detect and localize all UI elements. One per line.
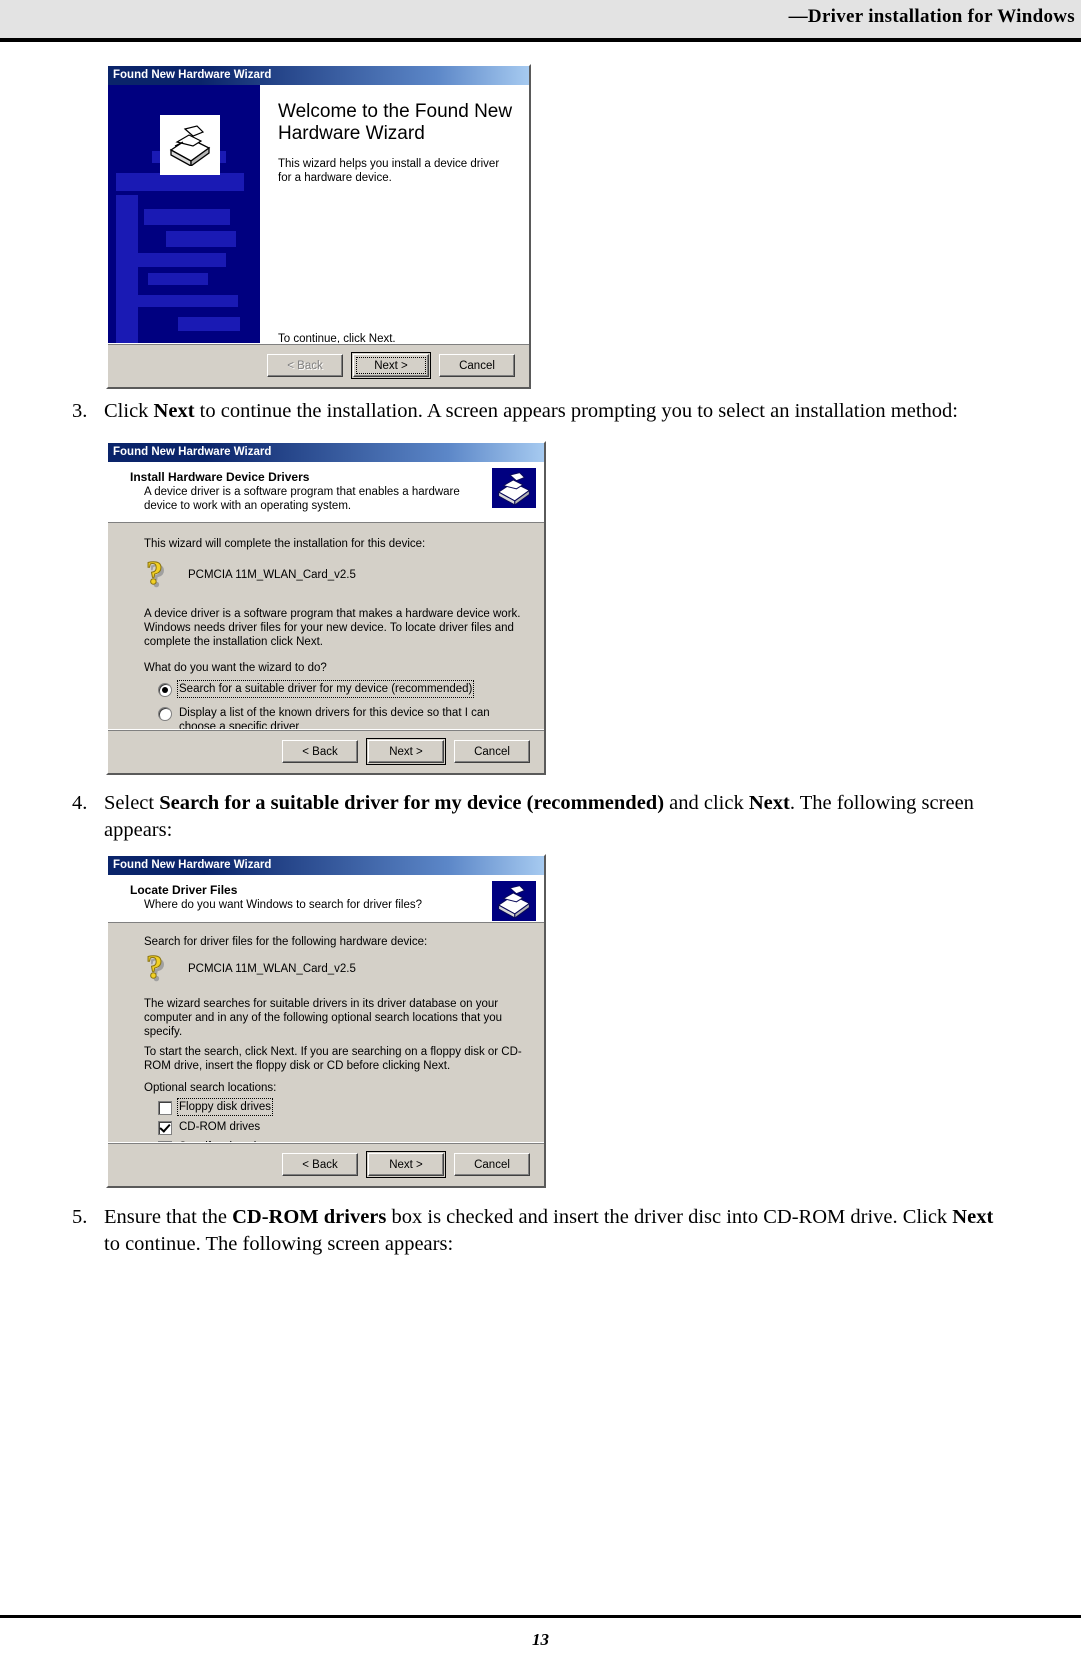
step-5-number: 5. — [72, 1206, 88, 1228]
checkbox-cd-rom-drives[interactable] — [158, 1120, 172, 1135]
page-header-title: —Driver installation for Windows — [788, 6, 1075, 27]
dialog3-header-title: Locate Driver Files — [130, 883, 238, 897]
dialog2-device-name: PCMCIA 11M_WLAN_Card_v2.5 — [188, 569, 356, 581]
dialog2-header-title: Install Hardware Device Drivers — [130, 470, 310, 484]
wizard-hardware-icon — [492, 468, 536, 508]
dialog3-checkbox-floppy-label: Floppy disk drives — [176, 1097, 274, 1116]
dialog1-artwork — [108, 85, 260, 353]
wizard-hardware-icon — [492, 881, 536, 921]
dialog1-heading: Welcome to the Found New Hardware Wizard — [278, 101, 513, 144]
dialog-locate-driver-files[interactable]: Found New Hardware Wizard Locate Driver … — [106, 854, 546, 1188]
dialog2-header: Install Hardware Device Drivers A device… — [108, 462, 544, 523]
dialog1-titlebar: Found New Hardware Wizard — [108, 66, 529, 85]
footer-divider — [0, 1615, 1081, 1618]
dialog1-next-button[interactable]: Next > — [351, 352, 431, 379]
header-divider — [0, 38, 1081, 42]
step-3-bold-next: Next — [153, 400, 195, 422]
dialog3-checkbox-floppy[interactable]: Floppy disk drives — [144, 1097, 526, 1116]
radio-display-list[interactable] — [158, 707, 172, 721]
dialog2-header-sub: A device driver is a software program th… — [144, 486, 460, 512]
wizard-hardware-icon — [160, 115, 220, 175]
dialog2-intro: This wizard will complete the installati… — [144, 538, 426, 550]
dialog3-titlebar: Found New Hardware Wizard — [108, 856, 544, 875]
step-3-text: Click Next to continue the installation.… — [104, 398, 1024, 425]
dialog2-titlebar: Found New Hardware Wizard — [108, 443, 544, 462]
dialog2-next-button[interactable]: Next > — [366, 738, 446, 765]
step-5-mid: box is checked and insert the driver dis… — [386, 1206, 953, 1228]
dialog2-option-search-label: Search for a suitable driver for my devi… — [176, 680, 475, 698]
step-4-mid: and click — [664, 792, 749, 814]
step-4-pre: Select — [104, 792, 160, 814]
step-4-bold-next: Next — [748, 792, 790, 814]
dialog2-cancel-button[interactable]: Cancel — [454, 740, 530, 763]
dialog3-para-1: The wizard searches for suitable drivers… — [144, 997, 502, 1038]
dialog1-body-text: This wizard helps you install a device d… — [278, 158, 500, 184]
dialog3-locations-label: Optional search locations: — [144, 1081, 277, 1094]
page-number: 13 — [532, 1630, 549, 1649]
dialog2-option-search[interactable]: Search for a suitable driver for my devi… — [144, 680, 526, 698]
dialog2-device-row: ?? PCMCIA 11M_WLAN_Card_v2.5 — [144, 555, 526, 595]
step-4-number: 4. — [72, 792, 88, 814]
dialog3-header: Locate Driver Files Where do you want Wi… — [108, 875, 544, 923]
dialog3-device-row: ?? PCMCIA 11M_WLAN_Card_v2.5 — [144, 948, 526, 989]
step-5-bold-next: Next — [952, 1206, 994, 1228]
checkbox-floppy-disk-drives[interactable] — [158, 1100, 172, 1115]
dialog3-body: Search for driver files for the followin… — [108, 922, 544, 1179]
dialog3-button-strip: < Back Next > Cancel — [108, 1142, 544, 1186]
dialog2-question: What do you want the wizard to do? — [144, 662, 327, 674]
step-5-post: to continue. The following screen appear… — [104, 1233, 454, 1255]
dialog1-cancel-button[interactable]: Cancel — [439, 354, 515, 377]
step-3: 3. Click Next to continue the installati… — [64, 398, 1024, 425]
dialog3-back-button[interactable]: < Back — [282, 1153, 358, 1176]
dialog3-para-2: To start the search, click Next. If you … — [144, 1045, 522, 1072]
question-mark-icon: ?? — [146, 555, 167, 595]
dialog1-text-pane: Welcome to the Found New Hardware Wizard… — [260, 85, 529, 353]
question-mark-icon: ?? — [146, 948, 167, 989]
dialog2-button-strip: < Back Next > Cancel — [108, 729, 544, 773]
dialog3-intro: Search for driver files for the followin… — [144, 935, 428, 948]
dialog-install-drivers[interactable]: Found New Hardware Wizard Install Hardwa… — [106, 441, 546, 775]
step-4: 4. Select Search for a suitable driver f… — [64, 790, 1014, 844]
step-5: 5. Ensure that the CD-ROM drivers box is… — [64, 1204, 1014, 1258]
page-header: —Driver installation for Windows — [0, 0, 1081, 38]
dialog-welcome[interactable]: Found New Hardware Wizard Welcome to the… — [106, 64, 531, 389]
step-3-post: to continue the installation. A screen a… — [194, 400, 958, 422]
dialog1-button-strip: < Back Next > Cancel — [108, 343, 529, 387]
step-4-text: Select Search for a suitable driver for … — [104, 790, 1014, 844]
dialog3-checkbox-cdrom[interactable]: CD-ROM drives — [144, 1120, 526, 1135]
dialog3-next-button[interactable]: Next > — [366, 1151, 446, 1178]
dialog3-checkbox-cdrom-label: CD-ROM drives — [179, 1120, 261, 1133]
dialog2-back-button[interactable]: < Back — [282, 740, 358, 763]
step-5-bold-cdrom: CD-ROM drivers — [232, 1206, 387, 1228]
step-4-bold-option: Search for a suitable driver for my devi… — [159, 792, 665, 814]
dialog1-body: Welcome to the Found New Hardware Wizard… — [108, 85, 529, 353]
dialog3-device-name: PCMCIA 11M_WLAN_Card_v2.5 — [188, 962, 356, 975]
dialog2-explanation: A device driver is a software program th… — [144, 608, 521, 648]
step-5-text: Ensure that the CD-ROM drivers box is ch… — [104, 1204, 1014, 1258]
radio-search-driver[interactable] — [158, 683, 172, 697]
step-5-pre: Ensure that the — [104, 1206, 233, 1228]
step-3-pre: Click — [104, 400, 154, 422]
dialog1-back-button[interactable]: < Back — [267, 354, 343, 377]
dialog3-header-sub: Where do you want Windows to search for … — [144, 899, 423, 911]
dialog3-cancel-button[interactable]: Cancel — [454, 1153, 530, 1176]
dialog2-body: This wizard will complete the installati… — [108, 523, 544, 747]
step-3-number: 3. — [72, 400, 88, 422]
